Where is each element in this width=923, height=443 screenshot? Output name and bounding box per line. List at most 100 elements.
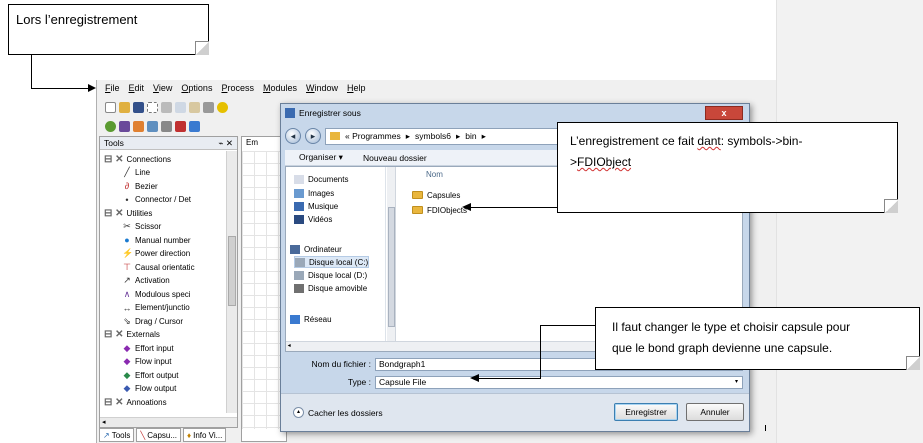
tool-item[interactable]: ∧ Modulous speci <box>122 288 191 300</box>
tool-category[interactable]: ⊟ ✕ Utilities <box>104 207 152 219</box>
export-icon[interactable] <box>161 120 172 132</box>
menu-view[interactable]: View <box>153 82 172 96</box>
chevron-down-icon[interactable]: ▾ <box>732 378 741 387</box>
save-button[interactable]: Enregistrer <box>614 403 678 421</box>
organize-button[interactable]: Organiser ▾ <box>299 152 343 163</box>
tools-panel-pin[interactable]: ⌁ ✕ <box>218 138 233 148</box>
menu-window[interactable]: Window <box>306 82 338 96</box>
nav-item[interactable]: Disque local (D:) <box>294 269 367 281</box>
power-direction-icon: ⚡ <box>122 248 134 258</box>
menu-file[interactable]: File <box>105 82 120 96</box>
tool-item[interactable]: ↗ Activation <box>122 275 169 287</box>
bezier-icon: ∂ <box>124 181 130 191</box>
chart-icon[interactable] <box>189 120 200 132</box>
folder-icon <box>412 191 423 199</box>
scroll-thumb[interactable] <box>388 207 395 327</box>
hide-folders-toggle[interactable]: ▴ Cacher les dossiers <box>293 407 383 418</box>
tool-item[interactable]: ✂ Scissor <box>122 221 161 233</box>
tool-item[interactable]: ⇘ Drag / Cursor <box>122 315 183 327</box>
workspace-tab[interactable]: Em <box>246 138 258 147</box>
scroll-thumb[interactable] <box>228 236 236 306</box>
select-icon[interactable] <box>147 101 158 113</box>
breadcrumb-item[interactable]: bin <box>465 131 476 141</box>
help-icon[interactable] <box>217 101 228 113</box>
tool-item[interactable]: • Connector / Det <box>122 194 191 206</box>
graph-icon[interactable] <box>119 120 130 132</box>
navigation-scrollbar[interactable] <box>387 167 396 343</box>
tool-item[interactable]: ● Manual number <box>122 234 190 246</box>
record-icon[interactable] <box>175 120 186 132</box>
tool-item[interactable]: ⚡ Power direction <box>122 248 190 260</box>
nav-item[interactable]: Ordinateur <box>290 243 342 255</box>
breadcrumb-item[interactable]: « Programmes <box>345 131 401 141</box>
tool-item[interactable]: ∂ Bezier <box>122 180 158 192</box>
tool-item[interactable]: ◆ Effort output <box>122 369 179 381</box>
tool-item[interactable]: ◆ Effort input <box>122 342 174 354</box>
open-folder-icon[interactable] <box>119 101 130 113</box>
callout-fold <box>195 41 209 55</box>
paste-icon[interactable] <box>189 101 200 113</box>
breadcrumb-item[interactable]: symbols6 <box>415 131 451 141</box>
tool-label: Bezier <box>135 181 158 191</box>
file-type-select[interactable]: Capsule File ▾ <box>375 375 743 389</box>
menu-modules[interactable]: Modules <box>263 82 297 96</box>
forward-icon[interactable]: ▸ <box>305 128 321 144</box>
tool-label: Externals <box>126 330 160 339</box>
new-folder-button[interactable]: Nouveau dossier <box>363 153 427 163</box>
tool-item[interactable]: ↔ Element/junctio <box>122 302 190 314</box>
nav-item-label: Images <box>308 188 335 198</box>
cut-icon[interactable] <box>161 101 172 113</box>
bar-icon[interactable] <box>147 120 158 132</box>
tool-category[interactable]: ⊟ ✕ Annoations <box>104 396 167 408</box>
externals-icon: ⊟ ✕ <box>104 329 124 340</box>
nav-item[interactable]: Musique <box>294 200 338 212</box>
menu-help[interactable]: Help <box>347 82 366 96</box>
nav-item[interactable]: Disque amovible <box>294 282 367 294</box>
save-icon[interactable] <box>133 101 144 113</box>
tool-label: Effort output <box>135 370 179 380</box>
nav-item-label: Disque amovible <box>308 283 368 293</box>
component-icon[interactable] <box>105 120 116 132</box>
modulous-icon: ∧ <box>123 288 131 299</box>
signal-icon[interactable] <box>133 120 144 132</box>
folder-item[interactable]: FDIObjects <box>412 204 467 216</box>
menu-process[interactable]: Process <box>221 82 254 96</box>
tab-info[interactable]: ♦ Info Vi... <box>183 428 227 442</box>
nav-item[interactable]: Images <box>294 187 334 199</box>
nav-item[interactable]: Disque local (C:) <box>294 256 370 268</box>
folder-label: FDIObjects <box>427 205 468 215</box>
tool-item[interactable]: ◆ Flow output <box>122 383 177 395</box>
removable-drive-icon <box>294 283 304 293</box>
network-icon <box>290 314 300 324</box>
back-icon[interactable]: ◂ <box>285 128 301 144</box>
tool-item[interactable]: ╱ Line <box>122 167 150 179</box>
tools-h-scrollbar[interactable]: ◂ <box>100 417 237 427</box>
tab-tools[interactable]: ↗ Tools <box>99 428 135 442</box>
tool-item[interactable]: ⊤ Causal orientatic <box>122 261 195 273</box>
close-button[interactable]: x <box>705 106 743 120</box>
edge-marker <box>765 425 766 431</box>
tool-category[interactable]: ⊟ ✕ Connections <box>104 153 171 165</box>
print-icon[interactable] <box>203 101 214 113</box>
menu-edit[interactable]: Edit <box>129 82 145 96</box>
callout-type-line2: que le bond graph devienne une capsule. <box>612 341 833 355</box>
nav-item[interactable]: Documents <box>294 173 348 185</box>
tool-label: Connector / Det <box>135 195 192 204</box>
drive-icon <box>295 257 305 267</box>
column-header-name[interactable]: Nom <box>426 170 443 179</box>
tool-label: Drag / Cursor <box>135 316 184 326</box>
folder-label: Capsules <box>427 190 461 200</box>
tool-label: Flow output <box>135 384 177 393</box>
cancel-button[interactable]: Annuler <box>686 403 744 421</box>
folder-item[interactable]: Capsules <box>412 189 460 201</box>
tab-capsules[interactable]: ╲ Capsu... <box>136 428 182 442</box>
tool-item[interactable]: ◆ Flow input <box>122 356 172 368</box>
tools-scrollbar[interactable] <box>226 151 237 413</box>
nav-item[interactable]: Vidéos <box>294 213 332 225</box>
nav-item[interactable]: Réseau <box>290 313 332 325</box>
tool-category[interactable]: ⊟ ✕ Externals <box>104 329 160 341</box>
new-file-icon[interactable] <box>105 101 116 113</box>
callout-arrow-line <box>31 55 32 88</box>
copy-icon[interactable] <box>175 101 186 113</box>
menu-options[interactable]: Options <box>181 82 212 96</box>
